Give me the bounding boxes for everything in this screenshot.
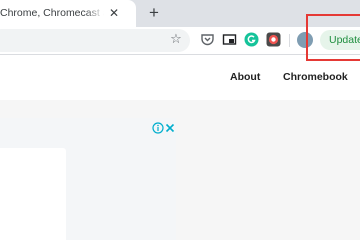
browser-toolbar: ☆ Update (0, 27, 360, 55)
bookmark-star-icon[interactable]: ☆ (168, 31, 184, 47)
update-button[interactable]: Update (320, 30, 360, 50)
ad-close-icon[interactable] (164, 121, 176, 133)
tab-title: Chrome, Chromecast and Chrome (0, 7, 104, 19)
ad-container (0, 118, 176, 240)
tab-strip: Chrome, Chromecast and Chrome ✕ + (0, 0, 360, 27)
nav-link-about[interactable]: About (230, 71, 260, 83)
site-header: About Chromebook (0, 55, 360, 100)
picture-in-picture-icon[interactable] (222, 32, 237, 47)
update-label: Update (329, 34, 360, 46)
ad-content-panel (0, 148, 66, 240)
screen-recorder-icon[interactable] (266, 32, 281, 47)
address-bar[interactable] (0, 29, 190, 52)
pocket-icon[interactable] (200, 32, 215, 47)
browser-window: Chrome, Chromecast and Chrome ✕ + ☆ (0, 0, 360, 240)
new-tab-icon[interactable]: + (144, 3, 164, 23)
toolbar-separator (289, 34, 290, 47)
grammarly-icon[interactable] (244, 32, 259, 47)
tab-close-icon[interactable]: ✕ (107, 6, 121, 20)
profile-avatar-icon[interactable] (297, 32, 313, 48)
nav-link-chromebook[interactable]: Chromebook (283, 71, 348, 83)
adchoices-info-icon[interactable] (152, 121, 164, 134)
active-tab[interactable]: Chrome, Chromecast and Chrome ✕ (0, 0, 136, 27)
